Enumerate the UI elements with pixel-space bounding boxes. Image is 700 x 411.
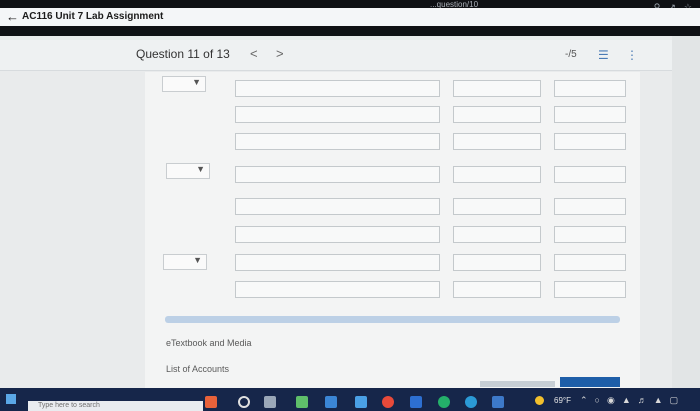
- credit-field-2[interactable]: [554, 106, 626, 123]
- windows-start-icon[interactable]: [6, 394, 16, 404]
- account-field-8[interactable]: [235, 281, 440, 298]
- chrome-icon[interactable]: [438, 396, 450, 408]
- debit-field-4[interactable]: [453, 166, 541, 183]
- search-placeholder: Type here to search: [38, 402, 100, 409]
- credit-field-4[interactable]: [554, 166, 626, 183]
- account-field-1[interactable]: [235, 80, 440, 97]
- word-icon[interactable]: [410, 396, 422, 408]
- account-field-3[interactable]: [235, 133, 440, 150]
- credit-field-8[interactable]: [554, 281, 626, 298]
- credit-field-7[interactable]: [554, 254, 626, 271]
- etextbook-label: eTextbook and Media: [166, 338, 252, 348]
- edge-icon[interactable]: [465, 396, 477, 408]
- app-badge-icon[interactable]: [382, 396, 394, 408]
- debit-field-6[interactable]: [453, 226, 541, 243]
- etextbook-link[interactable]: eTextbook and Media: [160, 333, 620, 353]
- previous-question-button[interactable]: <: [250, 46, 258, 61]
- question-navigation-bar: Question 11 of 13 < > -/5 ☰ ⋮: [0, 40, 672, 71]
- question-counter: Question 11 of 13: [136, 47, 230, 61]
- task-view-icon[interactable]: [264, 396, 276, 408]
- date-select-3[interactable]: ▼: [163, 254, 207, 270]
- submit-answer-button[interactable]: [560, 377, 620, 387]
- weather-icon: [535, 396, 544, 405]
- score-label: -/5: [565, 49, 577, 60]
- more-options-icon[interactable]: ⋮: [626, 48, 638, 62]
- debit-field-2[interactable]: [453, 106, 541, 123]
- credit-field-5[interactable]: [554, 198, 626, 215]
- chevron-down-icon: ▼: [193, 255, 202, 265]
- horizontal-scrollbar[interactable]: [165, 316, 620, 323]
- credit-field-1[interactable]: [554, 80, 626, 97]
- document-icon[interactable]: [492, 396, 504, 408]
- date-select-1[interactable]: ▼: [162, 76, 206, 92]
- chevron-down-icon: ▼: [196, 164, 205, 174]
- debit-field-1[interactable]: [453, 80, 541, 97]
- app-title-bar: ← AC116 Unit 7 Lab Assignment: [0, 8, 700, 26]
- store-icon[interactable]: [325, 396, 337, 408]
- debit-field-5[interactable]: [453, 198, 541, 215]
- question-list-icon[interactable]: ☰: [598, 48, 609, 62]
- attempts-indicator: [480, 381, 555, 387]
- debit-field-3[interactable]: [453, 133, 541, 150]
- back-arrow-icon[interactable]: ←: [6, 8, 19, 26]
- temperature-label: 69°F: [554, 396, 571, 405]
- taskbar-search-input[interactable]: Type here to search: [28, 401, 203, 411]
- date-select-2[interactable]: ▼: [166, 163, 210, 179]
- mail-icon[interactable]: [355, 396, 367, 408]
- cortana-icon[interactable]: [238, 396, 250, 408]
- account-field-4[interactable]: [235, 166, 440, 183]
- windows-taskbar: Type here to search 69°F ⌃○◉▲♬▲▢: [0, 388, 700, 411]
- chevron-down-icon: ▼: [192, 77, 201, 87]
- credit-field-3[interactable]: [554, 133, 626, 150]
- system-tray-icons[interactable]: ⌃○◉▲♬▲▢: [580, 395, 685, 406]
- app-icon[interactable]: [205, 396, 217, 408]
- page-gutter: [672, 36, 700, 401]
- account-field-5[interactable]: [235, 198, 440, 215]
- account-field-7[interactable]: [235, 254, 440, 271]
- account-field-2[interactable]: [235, 106, 440, 123]
- page-title: AC116 Unit 7 Lab Assignment: [22, 11, 164, 22]
- list-of-accounts-link[interactable]: List of Accounts: [160, 359, 620, 379]
- file-explorer-icon[interactable]: [296, 396, 308, 408]
- debit-field-7[interactable]: [453, 254, 541, 271]
- debit-field-8[interactable]: [453, 281, 541, 298]
- next-question-button[interactable]: >: [276, 46, 284, 61]
- account-field-6[interactable]: [235, 226, 440, 243]
- credit-field-6[interactable]: [554, 226, 626, 243]
- list-of-accounts-label: List of Accounts: [166, 364, 230, 374]
